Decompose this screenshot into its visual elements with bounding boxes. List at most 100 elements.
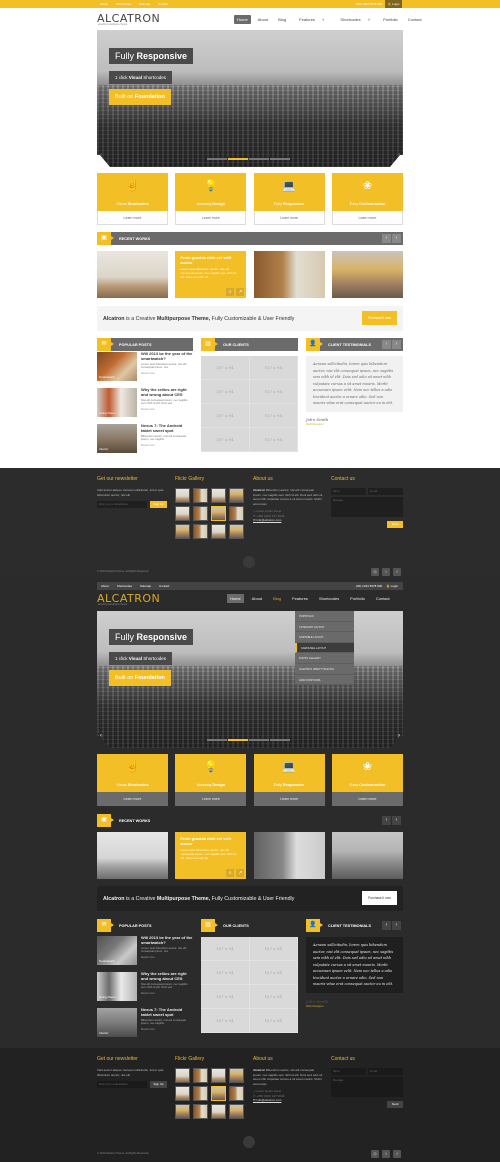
- client-logo[interactable]: 187 x 94: [201, 961, 250, 985]
- flickr-thumb[interactable]: [193, 524, 208, 539]
- slider-dot[interactable]: [207, 158, 227, 160]
- facebook-icon[interactable]: f: [393, 568, 401, 576]
- client-logo[interactable]: 187 x 94: [201, 380, 250, 404]
- prev-button[interactable]: ‹: [382, 340, 391, 349]
- slider-dot-active[interactable]: [228, 739, 248, 741]
- contact-email-input[interactable]: E-mail: [368, 488, 403, 495]
- dribbble-icon[interactable]: ◎: [371, 1150, 379, 1158]
- link-icon[interactable]: ↗: [236, 869, 245, 877]
- learn-more-link[interactable]: Learn more: [331, 211, 403, 225]
- slider-dot[interactable]: [249, 739, 269, 741]
- post-title[interactable]: Nexus 7: The Android tablet sweet spot: [141, 1007, 193, 1018]
- nav-shortcodes[interactable]: Shortcodes: [316, 594, 342, 603]
- work-item[interactable]: [331, 832, 403, 879]
- work-item[interactable]: [253, 251, 325, 298]
- link-icon[interactable]: ↗: [236, 288, 245, 296]
- next-button[interactable]: ›: [392, 340, 401, 349]
- post-title[interactable]: Why the critics are right and wrong abou…: [141, 387, 193, 398]
- slider-prev-arrow[interactable]: ‹: [100, 733, 102, 739]
- post-item[interactable]: Smartwatch Will 2013 be the year of the s…: [97, 935, 193, 972]
- feature-box[interactable]: 💡 Amazing Design Learn more: [175, 754, 247, 806]
- flickr-thumb[interactable]: [229, 1086, 244, 1101]
- nav-blog[interactable]: Blog: [270, 594, 284, 603]
- feature-box[interactable]: 💻 Fully Responsive Learn more: [253, 173, 325, 225]
- top-link-contact[interactable]: Contact: [159, 584, 169, 588]
- work-item[interactable]: [97, 832, 168, 879]
- contact-email-input[interactable]: E-mail: [368, 1068, 403, 1075]
- nav-contact[interactable]: Contact: [405, 15, 425, 24]
- dropdown-item[interactable]: CATEGORY LAYOUT: [295, 622, 354, 633]
- feature-box[interactable]: ❀ Easy Customization Learn more: [331, 173, 403, 225]
- client-logo[interactable]: 187 x 94: [249, 961, 298, 985]
- about-email[interactable]: ✉ info@alcatron.com: [253, 518, 323, 523]
- client-logo[interactable]: 187 x 94: [201, 428, 250, 452]
- flickr-thumb[interactable]: [211, 1104, 226, 1119]
- post-item[interactable]: Smartwatch Will 2013 be the year of the s…: [97, 351, 193, 388]
- post-item[interactable]: Living Room Why the critics are right and…: [97, 387, 193, 424]
- dribbble-icon[interactable]: ◎: [371, 568, 379, 576]
- flickr-thumb[interactable]: [229, 488, 244, 503]
- feature-box[interactable]: 💡 Amazing Design Learn more: [175, 173, 247, 225]
- nav-features[interactable]: Features: [289, 594, 311, 603]
- top-link-contact[interactable]: Contact: [158, 2, 168, 6]
- scroll-top-button[interactable]: [243, 556, 255, 568]
- flickr-thumb[interactable]: [193, 1068, 208, 1083]
- nav-home[interactable]: Home: [227, 594, 244, 603]
- post-title[interactable]: Will 2013 be the year of the smartwatch?: [141, 935, 193, 946]
- read-more-link[interactable]: Read more: [141, 1027, 193, 1031]
- feature-box[interactable]: ☝ Visual Shortcodes Learn more: [97, 173, 168, 225]
- client-logo[interactable]: 187 x 94: [201, 404, 250, 428]
- post-item[interactable]: Interior Nexus 7: The Android tablet swee…: [97, 1007, 193, 1044]
- top-link-sitemap[interactable]: Sitemap: [140, 584, 151, 588]
- flickr-thumb[interactable]: [175, 1104, 190, 1119]
- slider-dot[interactable]: [207, 739, 227, 741]
- nav-portfolio[interactable]: Portfolio: [380, 15, 401, 24]
- twitter-icon[interactable]: t: [382, 1150, 390, 1158]
- next-button[interactable]: ›: [392, 816, 401, 825]
- post-item[interactable]: Living Room Why the critics are right and…: [97, 971, 193, 1008]
- zoom-icon[interactable]: ⌕: [226, 288, 235, 296]
- flickr-thumb[interactable]: [175, 506, 190, 521]
- flickr-thumb[interactable]: [211, 488, 226, 503]
- top-link-about[interactable]: About: [100, 2, 108, 6]
- slider-prev-arrow[interactable]: ‹: [100, 152, 102, 158]
- flickr-thumb[interactable]: [193, 1104, 208, 1119]
- hero-slider[interactable]: Fully Responsive 1 click Visual Shortcod…: [97, 30, 403, 167]
- post-title[interactable]: Nexus 7: The Android tablet sweet spot: [141, 423, 193, 434]
- client-logo[interactable]: 187 x 94: [201, 356, 250, 380]
- flickr-thumb[interactable]: [229, 506, 244, 521]
- slider-dot[interactable]: [270, 739, 290, 741]
- nav-about[interactable]: About: [249, 594, 265, 603]
- feature-box[interactable]: ❀ Easy Customization Learn more: [331, 754, 403, 806]
- newsletter-email-input[interactable]: Enter your e-mail address: [97, 501, 147, 508]
- nav-home[interactable]: Home: [234, 15, 251, 24]
- prev-button[interactable]: ‹: [382, 921, 391, 930]
- flickr-thumb[interactable]: [211, 506, 226, 521]
- nav-shortcodes[interactable]: Shortcodes ˅: [334, 15, 376, 24]
- dropdown-item[interactable]: PHOTO GALLERY: [295, 653, 354, 664]
- flickr-thumb[interactable]: [193, 488, 208, 503]
- client-logo[interactable]: 187 x 94: [249, 937, 298, 961]
- newsletter-email-input[interactable]: Enter your e-mail address: [97, 1081, 147, 1088]
- flickr-thumb[interactable]: [175, 524, 190, 539]
- purchase-button[interactable]: Purchase it now: [362, 311, 397, 325]
- post-item[interactable]: Interior Nexus 7: The Android tablet swee…: [97, 423, 193, 460]
- facebook-icon[interactable]: f: [393, 1150, 401, 1158]
- next-button[interactable]: ›: [392, 234, 401, 243]
- hero-slider-dark[interactable]: Fully Responsive 1 click Visual Shortcod…: [97, 611, 403, 748]
- flickr-thumb[interactable]: [229, 524, 244, 539]
- contact-message-input[interactable]: Message: [331, 497, 403, 517]
- flickr-thumb[interactable]: [175, 488, 190, 503]
- scroll-top-button[interactable]: [243, 1136, 255, 1148]
- post-title[interactable]: Why the critics are right and wrong abou…: [141, 971, 193, 982]
- learn-more-link[interactable]: Learn more: [253, 211, 325, 225]
- next-button[interactable]: ›: [392, 921, 401, 930]
- nav-portfolio[interactable]: Portfolio: [347, 594, 368, 603]
- slider-dot[interactable]: [249, 158, 269, 160]
- dropdown-item[interactable]: SORTABLE LAYOUT: [295, 632, 354, 643]
- client-logo[interactable]: 187 x 94: [249, 404, 298, 428]
- client-logo[interactable]: 187 x 94: [249, 356, 298, 380]
- send-button[interactable]: Send: [387, 521, 403, 528]
- flickr-thumb[interactable]: [211, 1068, 226, 1083]
- flickr-thumb[interactable]: [193, 1086, 208, 1101]
